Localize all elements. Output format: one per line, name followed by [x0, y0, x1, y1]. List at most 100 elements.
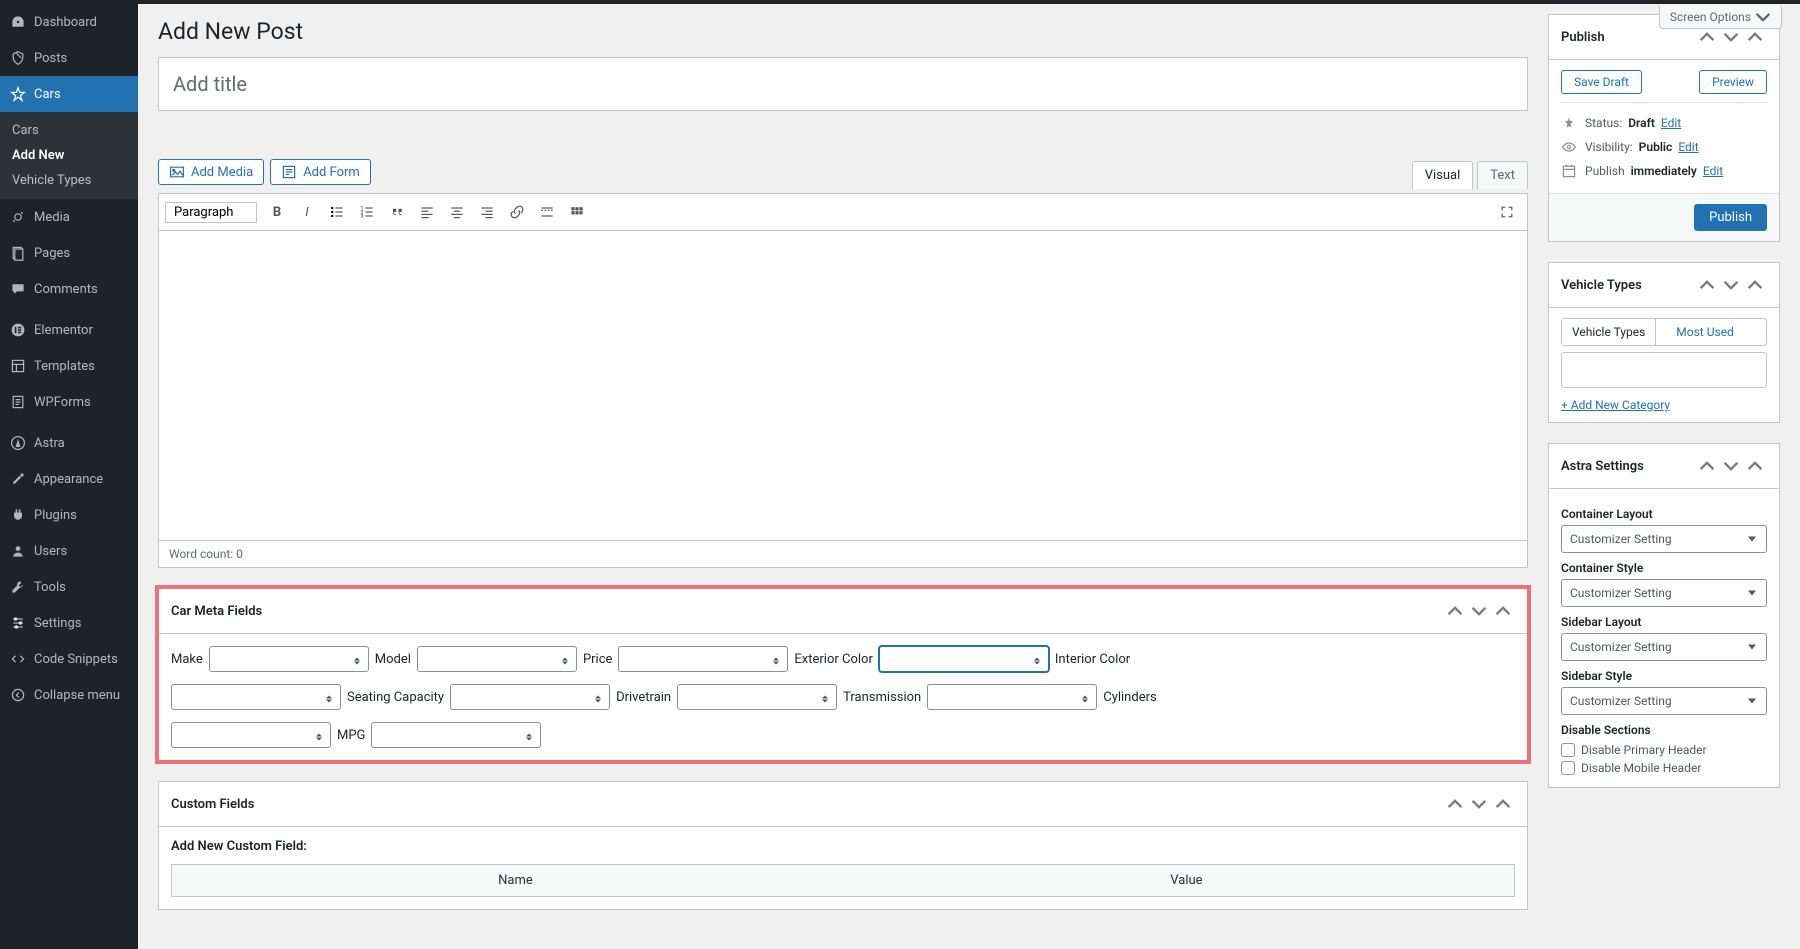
sidebar-item-media[interactable]: Media [0, 199, 138, 235]
cf-col-value: Value [859, 865, 1515, 897]
sidebar-item-cars[interactable]: Cars [0, 76, 138, 112]
align-center-button[interactable] [443, 198, 471, 226]
container-layout-select[interactable]: Customizer Setting [1561, 525, 1767, 553]
sidebar-item-users[interactable]: Users [0, 533, 138, 569]
quote-button[interactable] [383, 198, 411, 226]
align-left-button[interactable] [413, 198, 441, 226]
field-select-seating-capacity[interactable] [450, 684, 610, 710]
fullscreen-button[interactable] [1493, 198, 1521, 226]
chevron-down-icon [1755, 9, 1771, 25]
format-select[interactable]: Paragraph [165, 202, 257, 223]
templates-icon [8, 356, 28, 376]
field-label-transmission: Transmission [843, 690, 921, 705]
field-select-interior-color[interactable] [171, 684, 341, 710]
dashboard-icon [8, 12, 28, 32]
edit-status-link[interactable]: Edit [1661, 116, 1681, 130]
sidebar-item-settings[interactable]: Settings [0, 605, 138, 641]
toggle-icon[interactable] [1491, 792, 1515, 816]
sidebar-item-posts[interactable]: Posts [0, 40, 138, 76]
field-label-seating-capacity: Seating Capacity [347, 690, 444, 705]
sidebar-item-comments[interactable]: Comments [0, 271, 138, 307]
sidebar-subitem[interactable]: Vehicle Types [0, 168, 138, 193]
sidebar-item-astra[interactable]: Astra [0, 425, 138, 461]
post-title-input[interactable] [158, 57, 1528, 111]
posts-icon [8, 48, 28, 68]
toggle-icon[interactable] [1491, 599, 1515, 623]
toolbar-toggle-button[interactable] [563, 198, 591, 226]
move-down-icon[interactable] [1719, 454, 1743, 478]
toggle-icon[interactable] [1743, 273, 1767, 297]
sidebar-subitem[interactable]: Cars [0, 118, 138, 143]
astra-icon [8, 433, 28, 453]
publish-button[interactable]: Publish [1694, 204, 1767, 231]
sidebar-item-pages[interactable]: Pages [0, 235, 138, 271]
toggle-icon[interactable] [1743, 454, 1767, 478]
save-draft-button[interactable]: Save Draft [1561, 70, 1642, 94]
field-select-drivetrain[interactable] [677, 684, 837, 710]
appearance-icon [8, 469, 28, 489]
edit-visibility-link[interactable]: Edit [1678, 140, 1698, 154]
number-list-button[interactable]: 123 [353, 198, 381, 226]
field-select-price[interactable] [618, 646, 788, 672]
sidebar-item-appearance[interactable]: Appearance [0, 461, 138, 497]
sidebar-item-plugins[interactable]: Plugins [0, 497, 138, 533]
disable-primary-checkbox[interactable]: Disable Primary Header [1561, 741, 1767, 759]
add-media-button[interactable]: Add Media [158, 159, 264, 185]
sidebar-style-select[interactable]: Customizer Setting [1561, 687, 1767, 715]
link-button[interactable] [503, 198, 531, 226]
sidebar-item-tools[interactable]: Tools [0, 569, 138, 605]
sidebar-subitem[interactable]: Add New [0, 143, 138, 168]
tab-visual[interactable]: Visual [1412, 161, 1474, 189]
field-select-transmission[interactable] [927, 684, 1097, 710]
bold-button[interactable]: B [263, 198, 291, 226]
move-down-icon[interactable] [1467, 792, 1491, 816]
comments-icon [8, 279, 28, 299]
field-label-price: Price [583, 652, 612, 667]
cars-icon [8, 84, 28, 104]
sidebar-item-dashboard[interactable]: Dashboard [0, 4, 138, 40]
tools-icon [8, 577, 28, 597]
sidebar-item-templates[interactable]: Templates [0, 348, 138, 384]
move-up-icon[interactable] [1443, 599, 1467, 623]
screen-options-button[interactable]: Screen Options [1659, 6, 1782, 29]
sidebar-layout-select[interactable]: Customizer Setting [1561, 633, 1767, 661]
main-content: Screen Options Add New Post Add Media Ad… [138, 0, 1800, 949]
tab-vehicle-types[interactable]: Vehicle Types [1562, 319, 1656, 345]
sidebar-item-elementor[interactable]: Elementor [0, 312, 138, 348]
readmore-button[interactable] [533, 198, 561, 226]
disable-mobile-checkbox[interactable]: Disable Mobile Header [1561, 759, 1767, 777]
container-style-select[interactable]: Customizer Setting [1561, 579, 1767, 607]
pages-icon [8, 243, 28, 263]
bullet-list-button[interactable] [323, 198, 351, 226]
add-form-button[interactable]: Add Form [270, 159, 371, 185]
move-down-icon[interactable] [1719, 273, 1743, 297]
preview-button[interactable]: Preview [1699, 70, 1767, 94]
field-select-mpg[interactable] [371, 722, 541, 748]
align-right-button[interactable] [473, 198, 501, 226]
editor-toolbar: Paragraph B I 123 [158, 193, 1528, 231]
tab-text[interactable]: Text [1477, 161, 1528, 189]
move-up-icon[interactable] [1443, 792, 1467, 816]
wpforms-icon [8, 392, 28, 412]
sidebar-item-collapse[interactable]: Collapse menu [0, 677, 138, 713]
move-up-icon[interactable] [1695, 454, 1719, 478]
field-select-exterior-color[interactable] [879, 646, 1049, 672]
metabox-title: Custom Fields [171, 797, 1443, 812]
sidebar-item-wpforms[interactable]: WPForms [0, 384, 138, 420]
editor-body[interactable] [158, 231, 1528, 541]
italic-button[interactable]: I [293, 198, 321, 226]
settings-icon [8, 613, 28, 633]
add-new-category-link[interactable]: + Add New Category [1561, 398, 1670, 412]
media-icon [169, 164, 185, 180]
users-icon [8, 541, 28, 561]
sidebar-item-code-snippets[interactable]: Code Snippets [0, 641, 138, 677]
edit-publish-link[interactable]: Edit [1703, 164, 1723, 178]
field-select-model[interactable] [417, 646, 577, 672]
field-select-make[interactable] [209, 646, 369, 672]
field-select-cylinders[interactable] [171, 722, 331, 748]
move-down-icon[interactable] [1467, 599, 1491, 623]
move-up-icon[interactable] [1695, 273, 1719, 297]
category-list[interactable] [1561, 352, 1767, 388]
metabox-title: Car Meta Fields [171, 604, 1443, 619]
tab-most-used[interactable]: Most Used [1666, 319, 1744, 345]
